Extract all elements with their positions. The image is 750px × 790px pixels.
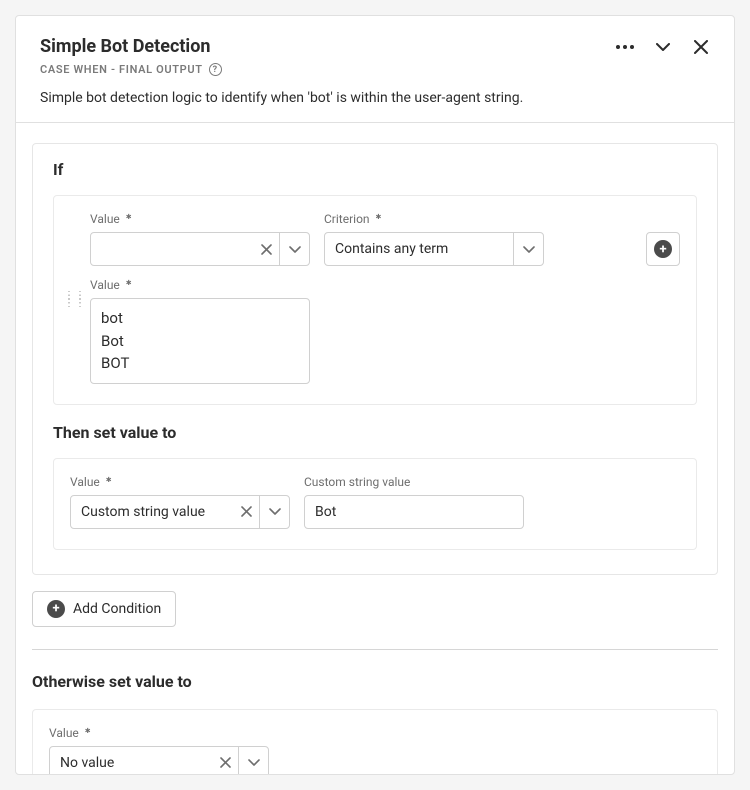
panel-description: Simple bot detection logic to identify w… <box>40 90 710 106</box>
then-title: Then set value to <box>53 423 697 442</box>
chevron-down-icon[interactable] <box>238 747 268 776</box>
if-values-textarea[interactable]: bot Bot BOT <box>90 298 310 384</box>
help-icon[interactable]: ? <box>209 63 222 76</box>
close-icon[interactable] <box>692 38 710 56</box>
add-criterion-button[interactable]: + <box>646 232 680 266</box>
panel-subtitle: CASE WHEN - FINAL OUTPUT <box>40 63 203 76</box>
drag-handle-icon[interactable]: ⋮⋮⋮⋮⋮⋮ <box>64 294 74 306</box>
custom-string-field: Custom string value Bot <box>304 475 524 529</box>
add-condition-label: Add Condition <box>73 601 161 617</box>
custom-string-label: Custom string value <box>304 475 524 489</box>
clear-icon[interactable] <box>253 233 279 265</box>
plus-icon: + <box>47 600 65 618</box>
plus-icon: + <box>654 240 672 258</box>
otherwise-value-combo[interactable]: No value <box>49 746 269 776</box>
then-value-field: Value Custom string value <box>70 475 290 529</box>
if-value-field: Value <box>90 212 310 266</box>
then-value-combo[interactable]: Custom string value <box>70 495 290 529</box>
chevron-down-icon[interactable] <box>259 496 289 528</box>
if-value-input[interactable] <box>91 233 253 265</box>
if-value-combo[interactable] <box>90 232 310 266</box>
otherwise-value-label: Value <box>49 726 269 740</box>
otherwise-block: Value No value <box>32 709 718 776</box>
then-block: Value Custom string value Custom <box>53 458 697 550</box>
if-then-block: If ⋮⋮⋮⋮⋮⋮ Value <box>32 143 718 575</box>
if-value-label: Value <box>90 212 310 226</box>
case-when-panel: Simple Bot Detection CASE WHEN - FINAL O… <box>15 15 735 775</box>
otherwise-value-selected: No value <box>50 747 212 776</box>
criterion-field: Criterion Contains any term <box>324 212 544 266</box>
clear-icon[interactable] <box>233 496 259 528</box>
criterion-label: Criterion <box>324 212 544 226</box>
then-value-label: Value <box>70 475 290 489</box>
more-icon[interactable] <box>616 38 634 56</box>
clear-icon[interactable] <box>212 747 238 776</box>
collapse-icon[interactable] <box>654 38 672 56</box>
if-condition-block: ⋮⋮⋮⋮⋮⋮ Value <box>53 195 697 405</box>
chevron-down-icon[interactable] <box>279 233 309 265</box>
criterion-combo[interactable]: Contains any term <box>324 232 544 266</box>
panel-title: Simple Bot Detection <box>40 36 210 57</box>
if-title: If <box>53 160 697 179</box>
chevron-down-icon[interactable] <box>513 233 543 265</box>
otherwise-title: Otherwise set value to <box>32 672 718 691</box>
custom-string-input[interactable]: Bot <box>304 495 524 529</box>
panel-body: If ⋮⋮⋮⋮⋮⋮ Value <box>16 123 734 775</box>
panel-actions <box>616 38 710 56</box>
criterion-value: Contains any term <box>325 233 513 265</box>
if-values-label: Value <box>90 278 680 292</box>
panel-header: Simple Bot Detection CASE WHEN - FINAL O… <box>16 16 734 123</box>
add-condition-button[interactable]: + Add Condition <box>32 591 176 627</box>
divider <box>32 649 718 650</box>
then-value-selected: Custom string value <box>71 496 233 528</box>
